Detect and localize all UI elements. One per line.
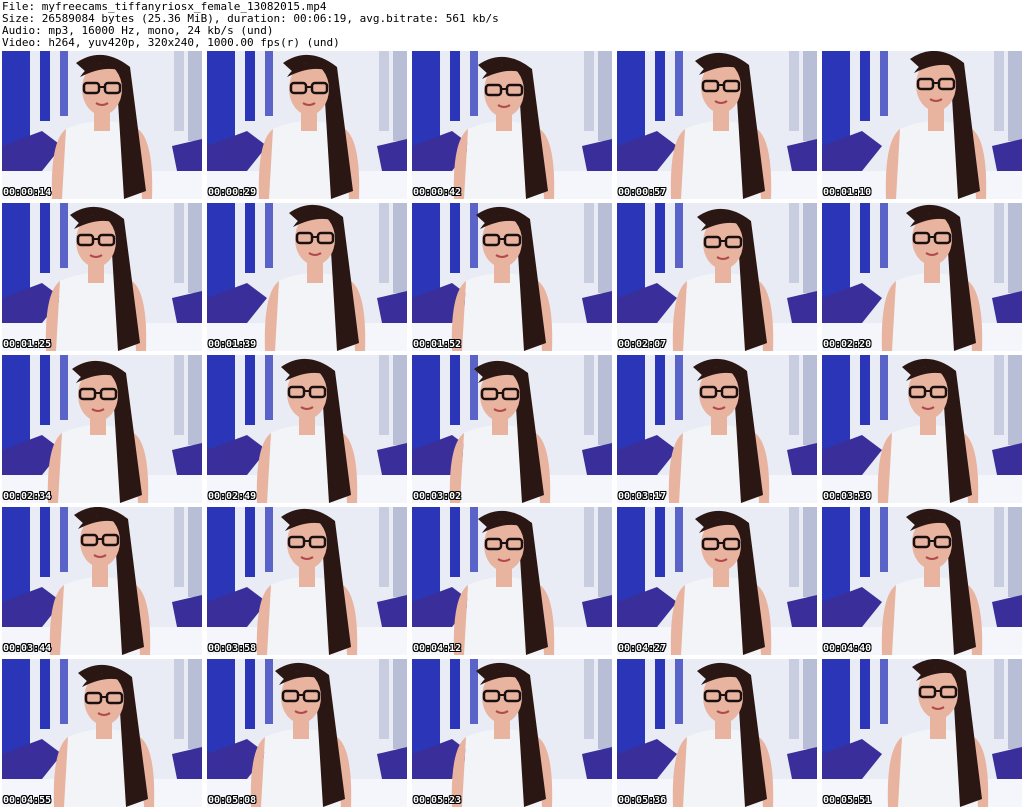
file-name-line: File: myfreecams_tiffanyriosx_female_130… bbox=[2, 1, 327, 13]
frame-timestamp: 00:05:23 bbox=[413, 795, 462, 806]
file-size-line: Size: 26589084 bytes (25.36 MiB), durati… bbox=[2, 13, 499, 25]
frame-timestamp: 00:04:55 bbox=[3, 795, 52, 806]
frame-image bbox=[412, 51, 612, 199]
frame-timestamp: 00:00:42 bbox=[413, 187, 462, 198]
video-frame-thumbnail: 00:04:27 bbox=[617, 507, 817, 655]
frame-timestamp: 00:02:07 bbox=[618, 339, 667, 350]
video-frame-thumbnail: 00:03:58 bbox=[207, 507, 407, 655]
frame-timestamp: 00:00:29 bbox=[208, 187, 257, 198]
frame-timestamp: 00:01:52 bbox=[413, 339, 462, 350]
frame-image bbox=[412, 659, 612, 807]
video-info-header: File: myfreecams_tiffanyriosx_female_130… bbox=[2, 1, 1022, 49]
frame-timestamp: 00:03:30 bbox=[823, 491, 872, 502]
video-frame-thumbnail: 00:00:57 bbox=[617, 51, 817, 199]
frame-timestamp: 00:01:39 bbox=[208, 339, 257, 350]
frame-image bbox=[822, 355, 1022, 503]
frame-timestamp: 00:00:57 bbox=[618, 187, 667, 198]
frame-image bbox=[2, 659, 202, 807]
frame-image bbox=[617, 203, 817, 351]
audio-info-line: Audio: mp3, 16000 Hz, mono, 24 kb/s (und… bbox=[2, 25, 274, 37]
frame-image bbox=[2, 507, 202, 655]
frame-image bbox=[412, 507, 612, 655]
video-frame-thumbnail: 00:05:36 bbox=[617, 659, 817, 807]
frame-image bbox=[207, 203, 407, 351]
frame-image bbox=[207, 659, 407, 807]
video-frame-thumbnail: 00:01:25 bbox=[2, 203, 202, 351]
frame-timestamp: 00:01:25 bbox=[3, 339, 52, 350]
frame-image bbox=[412, 355, 612, 503]
frame-image bbox=[617, 507, 817, 655]
video-frame-thumbnail: 00:02:34 bbox=[2, 355, 202, 503]
video-frame-thumbnail: 00:05:51 bbox=[822, 659, 1022, 807]
frame-image bbox=[822, 659, 1022, 807]
thumbnail-grid: 00:00:14 00:00:29 00:00:42 00:00:57 00:01:10… bbox=[2, 51, 1022, 809]
frame-timestamp: 00:03:58 bbox=[208, 643, 257, 654]
frame-timestamp: 00:03:02 bbox=[413, 491, 462, 502]
frame-timestamp: 00:02:34 bbox=[3, 491, 52, 502]
frame-timestamp: 00:00:14 bbox=[3, 187, 52, 198]
frame-image bbox=[2, 203, 202, 351]
video-frame-thumbnail: 00:04:55 bbox=[2, 659, 202, 807]
video-frame-thumbnail: 00:03:17 bbox=[617, 355, 817, 503]
frame-image bbox=[822, 51, 1022, 199]
video-frame-thumbnail: 00:02:49 bbox=[207, 355, 407, 503]
video-frame-thumbnail: 00:02:07 bbox=[617, 203, 817, 351]
video-frame-thumbnail: 00:02:20 bbox=[822, 203, 1022, 351]
frame-image bbox=[822, 507, 1022, 655]
video-frame-thumbnail: 00:03:02 bbox=[412, 355, 612, 503]
frame-timestamp: 00:03:44 bbox=[3, 643, 52, 654]
frame-image bbox=[617, 659, 817, 807]
video-frame-thumbnail: 00:04:12 bbox=[412, 507, 612, 655]
video-frame-thumbnail: 00:00:42 bbox=[412, 51, 612, 199]
frame-image bbox=[2, 51, 202, 199]
frame-timestamp: 00:02:20 bbox=[823, 339, 872, 350]
frame-image bbox=[617, 355, 817, 503]
video-frame-thumbnail: 00:01:52 bbox=[412, 203, 612, 351]
frame-timestamp: 00:04:12 bbox=[413, 643, 462, 654]
frame-image bbox=[2, 355, 202, 503]
frame-timestamp: 00:01:10 bbox=[823, 187, 872, 198]
video-frame-thumbnail: 00:05:23 bbox=[412, 659, 612, 807]
video-frame-thumbnail: 00:03:44 bbox=[2, 507, 202, 655]
video-frame-thumbnail: 00:05:08 bbox=[207, 659, 407, 807]
frame-timestamp: 00:03:17 bbox=[618, 491, 667, 502]
video-frame-thumbnail: 00:01:39 bbox=[207, 203, 407, 351]
frame-image bbox=[207, 51, 407, 199]
video-frame-thumbnail: 00:03:30 bbox=[822, 355, 1022, 503]
frame-image bbox=[617, 51, 817, 199]
video-info-line: Video: h264, yuv420p, 320x240, 1000.00 f… bbox=[2, 37, 340, 49]
frame-timestamp: 00:04:40 bbox=[823, 643, 872, 654]
frame-timestamp: 00:05:51 bbox=[823, 795, 872, 806]
frame-timestamp: 00:05:36 bbox=[618, 795, 667, 806]
frame-image bbox=[822, 203, 1022, 351]
video-frame-thumbnail: 00:00:29 bbox=[207, 51, 407, 199]
frame-image bbox=[207, 355, 407, 503]
video-frame-thumbnail: 00:01:10 bbox=[822, 51, 1022, 199]
video-frame-thumbnail: 00:00:14 bbox=[2, 51, 202, 199]
frame-timestamp: 00:02:49 bbox=[208, 491, 257, 502]
frame-timestamp: 00:04:27 bbox=[618, 643, 667, 654]
video-frame-thumbnail: 00:04:40 bbox=[822, 507, 1022, 655]
frame-image bbox=[207, 507, 407, 655]
frame-timestamp: 00:05:08 bbox=[208, 795, 257, 806]
frame-image bbox=[412, 203, 612, 351]
